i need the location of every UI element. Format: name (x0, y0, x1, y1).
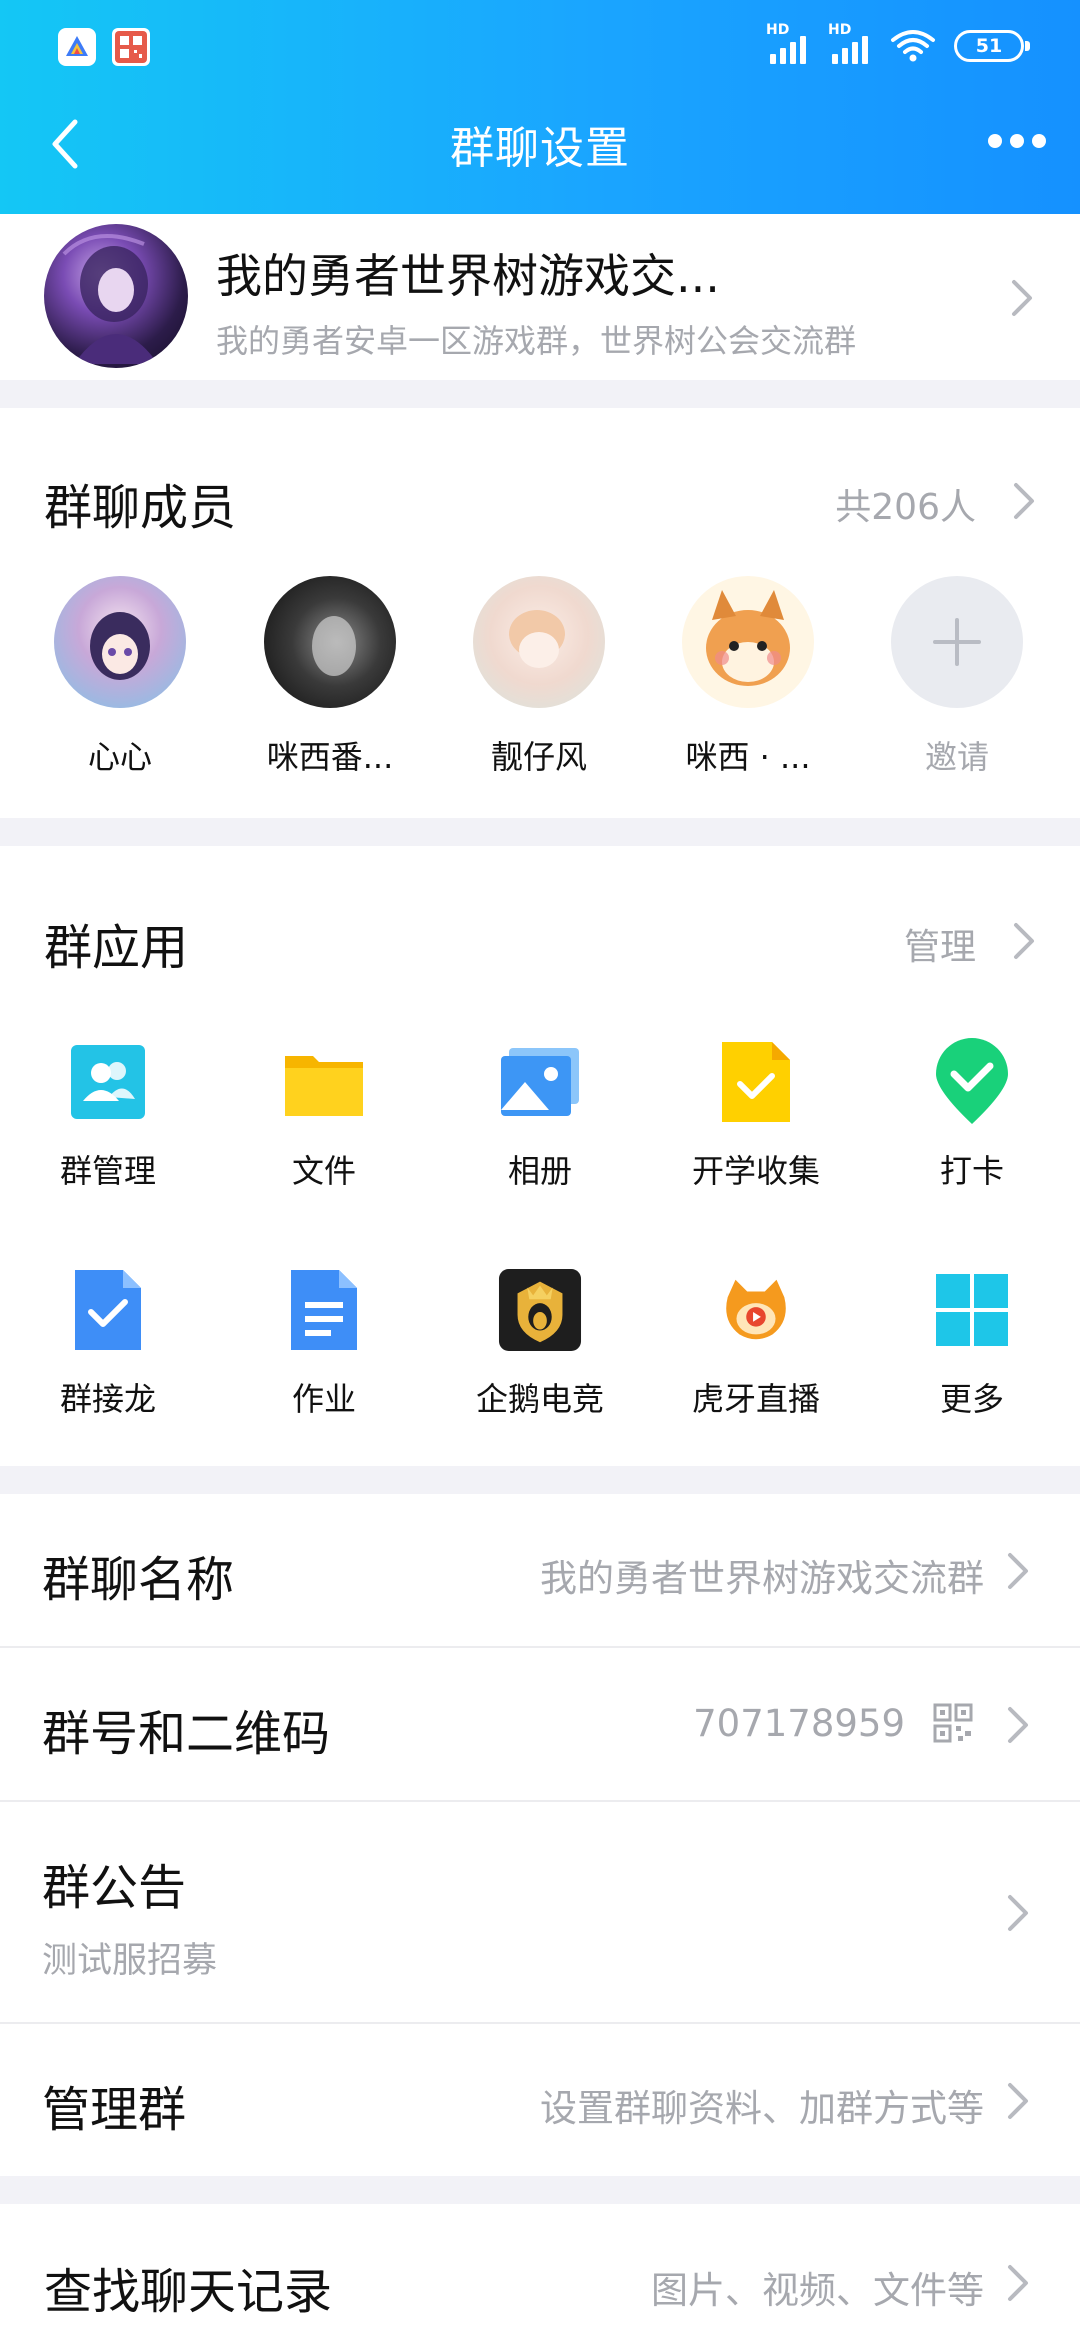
member-name: 咪西番... (266, 738, 394, 776)
group-name: 我的勇者世界树游戏交... (216, 249, 720, 303)
group-name-label: 群聊名称 (42, 1552, 235, 1608)
group-id-label: 群号和二维码 (42, 1706, 331, 1762)
app-label: 群接龙 (59, 1380, 156, 1418)
member-name: 靓仔风 (490, 738, 587, 776)
manage-group-value: 设置群聊资料、加群方式等 (540, 2087, 984, 2130)
app-checkin[interactable]: 打卡 (872, 1038, 1072, 1192)
search-history-value: 图片、视频、文件等 (651, 2269, 984, 2312)
cell-signal-icon: HD (766, 22, 810, 64)
chevron-right-icon[interactable] (1010, 481, 1038, 521)
invite-button[interactable]: 邀请 (857, 576, 1057, 778)
page-title: 群聊设置 (450, 123, 630, 174)
battery-icon: 51 (954, 30, 1030, 62)
chevron-right-icon (1012, 280, 1032, 316)
wifi-icon (891, 30, 935, 62)
group-manage-icon (66, 1040, 150, 1124)
member-avatar (682, 576, 814, 708)
album-icon (498, 1040, 582, 1124)
app-label: 企鹅电竞 (475, 1380, 604, 1418)
status-bar-left (58, 28, 150, 66)
member-count[interactable]: 共206人 (835, 478, 976, 530)
app-label: 更多 (939, 1380, 1004, 1418)
app-label: 作业 (291, 1380, 356, 1418)
more-button[interactable] (978, 128, 1056, 154)
top-bar: HD HD 51 群聊设置 (0, 0, 1080, 214)
app-group-manage[interactable]: 群管理 (8, 1040, 208, 1192)
chevron-right-icon (1008, 1895, 1028, 1931)
apps-manage-link[interactable]: 管理 (904, 918, 976, 970)
huya-live-icon (714, 1268, 798, 1352)
group-description: 我的勇者安卓一区游戏群，世界树公会交流群 (216, 322, 857, 360)
app-huya-live[interactable]: 虎牙直播 (656, 1268, 856, 1420)
more-apps-icon (930, 1268, 1014, 1352)
app-penguin-esports[interactable]: 企鹅电竞 (440, 1268, 640, 1420)
apps-title: 群应用 (44, 920, 189, 976)
qr-code-icon[interactable] (933, 1703, 973, 1743)
homework-icon (282, 1268, 366, 1352)
group-avatar[interactable] (44, 224, 188, 368)
announcement-value: 测试服招募 (42, 1941, 218, 1981)
app-homework[interactable]: 作业 (224, 1268, 424, 1420)
cell-signal-icon-2: HD (828, 22, 872, 64)
app-relay[interactable]: 群接龙 (8, 1268, 208, 1420)
member-avatar (264, 576, 396, 708)
chevron-right-icon (1008, 1553, 1028, 1589)
member-avatar (54, 576, 186, 708)
app-label: 打卡 (939, 1152, 1004, 1190)
app-more[interactable]: 更多 (872, 1268, 1072, 1420)
app-label: 文件 (291, 1152, 356, 1190)
app-album[interactable]: 相册 (440, 1040, 640, 1192)
checkin-icon (930, 1038, 1014, 1124)
chevron-right-icon (1008, 2083, 1028, 2119)
group-name-value: 我的勇者世界树游戏交流群 (540, 1557, 984, 1600)
app-label: 群管理 (59, 1152, 156, 1190)
app-label: 相册 (507, 1152, 572, 1190)
group-id-value: 707178959 (693, 1702, 905, 1745)
member-item[interactable]: 咪西 · ... (648, 576, 848, 778)
invite-label: 邀请 (924, 738, 989, 776)
manage-group-label: 管理群 (42, 2082, 187, 2138)
member-item[interactable]: 咪西番... (230, 576, 430, 778)
member-item[interactable]: 靓仔风 (439, 576, 639, 778)
chevron-right-icon (1008, 2265, 1028, 2301)
member-name: 心心 (87, 738, 152, 776)
member-item[interactable]: 心心 (20, 576, 220, 778)
announcement-label: 群公告 (42, 1860, 187, 1916)
search-history-label: 查找聊天记录 (44, 2264, 333, 2320)
chevron-right-icon[interactable] (1010, 921, 1038, 961)
battery-level: 51 (975, 35, 1003, 57)
member-avatar (473, 576, 605, 708)
app-label: 开学收集 (691, 1152, 820, 1190)
members-title: 群聊成员 (44, 480, 237, 536)
relay-icon (66, 1268, 150, 1352)
member-name: 咪西 · ... (685, 738, 811, 776)
members-list: 心心 咪西番... 靓仔风 咪西 · ... 邀请 (0, 576, 1080, 776)
collect-icon (714, 1040, 798, 1124)
penguin-esports-icon (498, 1268, 582, 1352)
folder-icon (282, 1040, 366, 1124)
status-bar-right: HD HD 51 (766, 22, 1030, 64)
qr-notification-icon (112, 28, 150, 66)
plus-icon (891, 576, 1023, 708)
app-collect[interactable]: 开学收集 (656, 1040, 856, 1192)
chevron-right-icon (1008, 1707, 1028, 1743)
app-file[interactable]: 文件 (224, 1040, 424, 1192)
app-label: 虎牙直播 (691, 1380, 820, 1418)
app-notification-icon (58, 28, 96, 66)
